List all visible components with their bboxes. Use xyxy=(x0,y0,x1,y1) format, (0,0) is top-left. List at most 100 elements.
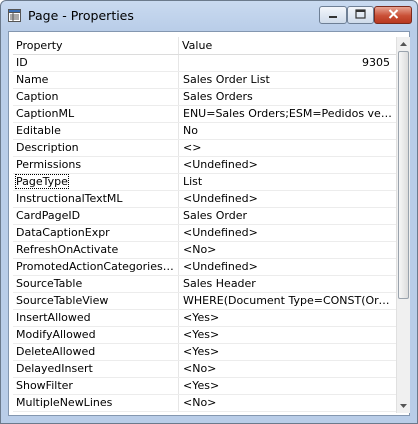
property-value-cell[interactable]: Sales Order List xyxy=(179,72,396,88)
table-row[interactable]: SourceTableView WHERE(Document Type=CONST… xyxy=(13,293,396,310)
property-name-cell[interactable]: Editable xyxy=(13,123,179,139)
property-name-cell[interactable]: PageType xyxy=(13,174,179,190)
table-row[interactable]: Permissions <Undefined> xyxy=(13,157,396,174)
property-name-cell[interactable]: PromotedActionCategoriesML xyxy=(13,259,179,275)
property-name-cell[interactable]: Name xyxy=(13,72,179,88)
property-column-header[interactable]: Property xyxy=(13,37,179,54)
window-title: Page - Properties xyxy=(28,8,134,23)
scrollbar-thumb[interactable] xyxy=(398,51,409,299)
property-value-cell[interactable]: <No> xyxy=(179,242,396,258)
property-name-cell[interactable]: MultipleNewLines xyxy=(13,395,179,411)
properties-window-icon xyxy=(8,9,21,22)
close-button[interactable] xyxy=(374,6,412,24)
property-name: SourceTable xyxy=(16,277,83,290)
table-row[interactable]: ShowFilter <Yes> xyxy=(13,378,396,395)
table-row[interactable]: DelayedInsert <No> xyxy=(13,361,396,378)
table-row[interactable]: PromotedActionCategoriesML <Undefined> xyxy=(13,259,396,276)
property-name-cell[interactable]: CaptionML xyxy=(13,106,179,122)
property-name: Caption xyxy=(16,90,59,103)
property-name-cell[interactable]: DelayedInsert xyxy=(13,361,179,377)
table-row[interactable]: Name Sales Order List xyxy=(13,72,396,89)
property-name: Description xyxy=(16,141,79,154)
property-name: PageType xyxy=(15,174,69,189)
property-name: InstructionalTextML xyxy=(16,192,123,205)
table-row[interactable]: Description <> xyxy=(13,140,396,157)
property-value-cell[interactable]: WHERE(Document Type=CONST(Order)) xyxy=(179,293,396,309)
properties-panel: Property Value ID 9305 Name Sales Order Lis… xyxy=(8,31,410,416)
property-value-cell[interactable]: Sales Header xyxy=(179,276,396,292)
property-name: PromotedActionCategoriesML xyxy=(16,260,179,273)
property-name-cell[interactable]: DataCaptionExpr xyxy=(13,225,179,241)
property-name: ShowFilter xyxy=(16,379,73,392)
maximize-button[interactable] xyxy=(347,6,374,24)
property-value-cell[interactable]: <Undefined> xyxy=(179,259,396,275)
table-row[interactable]: SourceTable Sales Header xyxy=(13,276,396,293)
table-row[interactable]: ModifyAllowed <Yes> xyxy=(13,327,396,344)
property-name-cell[interactable]: Permissions xyxy=(13,157,179,173)
property-value-cell[interactable]: No xyxy=(179,123,396,139)
property-value-cell[interactable]: <Yes> xyxy=(179,327,396,343)
maximize-icon xyxy=(355,8,366,22)
property-name-cell[interactable]: DeleteAllowed xyxy=(13,344,179,360)
property-name: ModifyAllowed xyxy=(16,328,96,341)
property-value-cell[interactable]: <Yes> xyxy=(179,310,396,326)
property-name: CardPageID xyxy=(16,209,81,222)
property-value-cell[interactable]: 9305 xyxy=(179,55,396,71)
property-value-cell[interactable]: Sales Order xyxy=(179,208,396,224)
property-value-cell[interactable]: <Undefined> xyxy=(179,191,396,207)
property-name-cell[interactable]: ShowFilter xyxy=(13,378,179,394)
property-name-cell[interactable]: RefreshOnActivate xyxy=(13,242,179,258)
property-value-cell[interactable]: <Yes> xyxy=(179,378,396,394)
table-row[interactable]: DataCaptionExpr <Undefined> xyxy=(13,225,396,242)
grid-header: Property Value xyxy=(13,37,396,55)
property-value-cell[interactable]: <Yes> xyxy=(179,344,396,360)
value-column-header[interactable]: Value xyxy=(179,37,396,54)
property-name: DeleteAllowed xyxy=(16,345,96,358)
minimize-button[interactable] xyxy=(319,6,347,24)
properties-window: Page - Properties Property Value ID 9305 N… xyxy=(0,0,418,424)
table-row[interactable]: CardPageID Sales Order xyxy=(13,208,396,225)
table-row[interactable]: DeleteAllowed <Yes> xyxy=(13,344,396,361)
property-value-cell[interactable]: List xyxy=(179,174,396,190)
scroll-up-arrow-icon[interactable] xyxy=(397,37,410,50)
property-value-cell[interactable]: Sales Orders xyxy=(179,89,396,105)
property-name: ID xyxy=(16,56,28,69)
vertical-scrollbar[interactable] xyxy=(396,37,410,413)
table-row[interactable]: Caption Sales Orders xyxy=(13,89,396,106)
property-name-cell[interactable]: ID xyxy=(13,55,179,71)
property-value-cell[interactable]: <No> xyxy=(179,361,396,377)
property-name: DelayedInsert xyxy=(16,362,93,375)
close-icon xyxy=(388,8,399,22)
property-name-cell[interactable]: InsertAllowed xyxy=(13,310,179,326)
properties-grid: Property Value ID 9305 Name Sales Order Lis… xyxy=(13,37,396,413)
property-value-cell[interactable]: <> xyxy=(179,140,396,156)
property-name: Editable xyxy=(16,124,61,137)
property-name: RefreshOnActivate xyxy=(16,243,119,256)
property-name-cell[interactable]: InstructionalTextML xyxy=(13,191,179,207)
property-name: MultipleNewLines xyxy=(16,396,113,409)
property-value-cell[interactable]: <Undefined> xyxy=(179,157,396,173)
minimize-icon xyxy=(328,9,338,22)
property-name-cell[interactable]: ModifyAllowed xyxy=(13,327,179,343)
table-row[interactable]: CaptionML ENU=Sales Orders;ESM=Pedidos ve… xyxy=(13,106,396,123)
property-name-cell[interactable]: CardPageID xyxy=(13,208,179,224)
scroll-down-arrow-icon[interactable] xyxy=(397,400,410,413)
property-name-cell[interactable]: SourceTableView xyxy=(13,293,179,309)
property-value-cell[interactable]: <No> xyxy=(179,395,396,411)
property-name: SourceTableView xyxy=(16,294,109,307)
property-value-cell[interactable]: <Undefined> xyxy=(179,225,396,241)
table-row[interactable]: InsertAllowed <Yes> xyxy=(13,310,396,327)
property-name-cell[interactable]: Description xyxy=(13,140,179,156)
property-value-cell[interactable]: ENU=Sales Orders;ESM=Pedidos venta;FRC=C… xyxy=(179,106,396,122)
table-row[interactable]: RefreshOnActivate <No> xyxy=(13,242,396,259)
property-name-cell[interactable]: Caption xyxy=(13,89,179,105)
title-bar[interactable]: Page - Properties xyxy=(1,1,417,31)
property-name: Name xyxy=(16,73,49,86)
grid-rows: ID 9305 Name Sales Order List Caption Sales O… xyxy=(13,55,396,412)
table-row[interactable]: ID 9305 xyxy=(13,55,396,72)
table-row[interactable]: PageType List xyxy=(13,174,396,191)
property-name-cell[interactable]: SourceTable xyxy=(13,276,179,292)
table-row[interactable]: MultipleNewLines <No> xyxy=(13,395,396,412)
table-row[interactable]: InstructionalTextML <Undefined> xyxy=(13,191,396,208)
table-row[interactable]: Editable No xyxy=(13,123,396,140)
